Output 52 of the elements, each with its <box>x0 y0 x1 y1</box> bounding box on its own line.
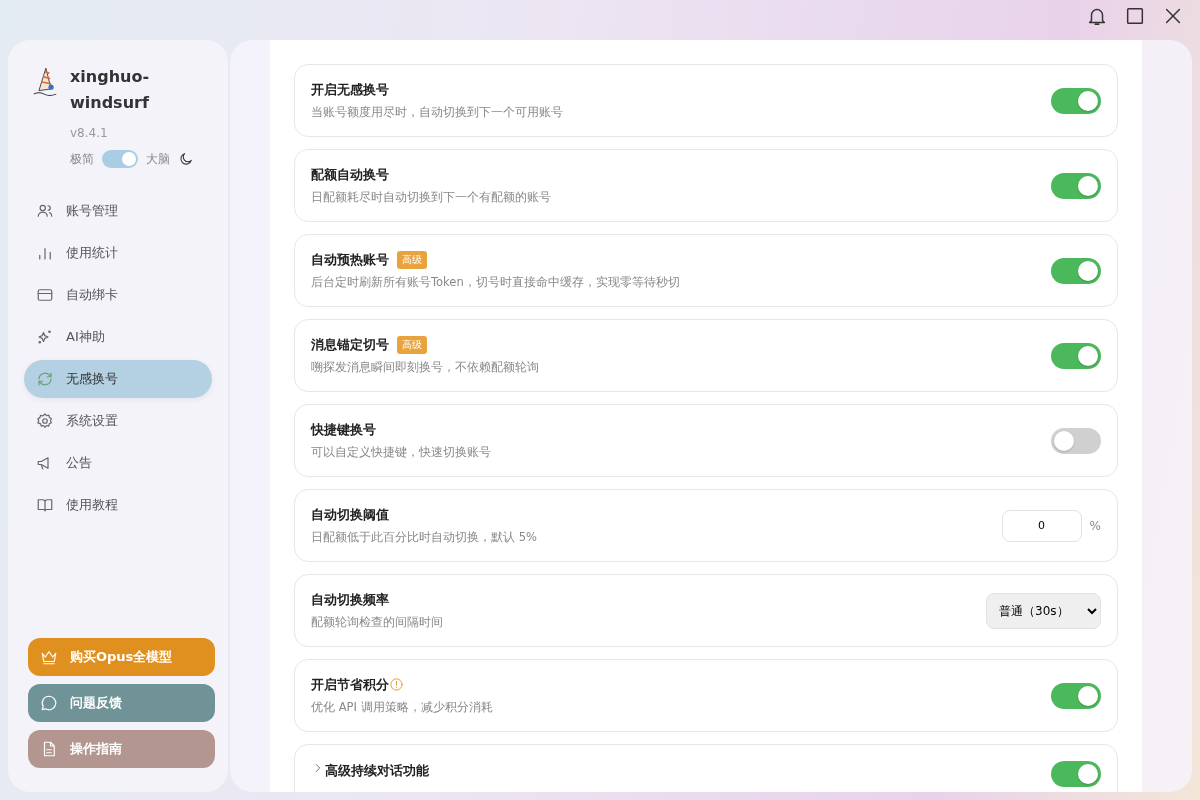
setting-title: 高级持续对话功能 <box>325 762 429 780</box>
toggle-switch[interactable] <box>1051 257 1101 284</box>
app-name: xinghuo-windsurf <box>70 66 151 114</box>
setting-description: 日配额耗尽时自动切换到下一个有配额的账号 <box>311 188 552 206</box>
chat-icon <box>40 694 58 712</box>
refresh-icon <box>36 370 54 388</box>
toggle-switch[interactable] <box>1051 427 1101 454</box>
version-text: v8.4.1 <box>70 125 109 142</box>
setting-description: 可以自定义快捷键，快速切换账号 <box>311 443 492 461</box>
toggle-switch[interactable] <box>1051 682 1101 709</box>
users-icon <box>36 202 54 220</box>
setting-title: 自动切换阈值 <box>311 506 389 525</box>
mode-label: 大脑 <box>146 151 170 168</box>
maximize-icon[interactable] <box>1124 5 1146 27</box>
setting-description: 配额轮询检查的间隔时间 <box>311 613 444 631</box>
percent-unit: % <box>1089 517 1101 535</box>
setting-title: 开启无感换号 <box>311 81 389 100</box>
setting-description: 优化 API 调用策略，减少积分消耗 <box>311 698 494 716</box>
toggle-switch[interactable] <box>1051 172 1101 199</box>
setting-title: 自动预热账号 <box>311 251 389 270</box>
advanced-tag: 高级 <box>397 335 427 354</box>
setting-description: 后台定时刷新所有账号Token，切号时直接命中缓存，实现零等待秒切 <box>311 273 681 291</box>
nav-item[interactable]: 无感换号 <box>24 360 212 398</box>
setting-description: 日配额低于此百分比时自动切换，默认 5% <box>311 528 538 546</box>
setting-title: 配额自动换号 <box>311 166 389 185</box>
nav-item[interactable]: 公告 <box>24 444 212 482</box>
mode-label: 极简 <box>70 151 94 168</box>
threshold-input[interactable]: 0 <box>1001 509 1082 542</box>
nav-item[interactable]: AI神助 <box>24 318 212 356</box>
frequency-select[interactable]: 普通（30s） <box>986 592 1101 629</box>
setting-title: 消息锚定切号 <box>311 336 389 355</box>
toggle-switch[interactable] <box>1051 761 1101 787</box>
advanced-tag: 高级 <box>397 250 427 269</box>
nav-item[interactable]: 使用教程 <box>24 486 212 524</box>
mode-switch[interactable] <box>102 150 138 168</box>
setting-description: 嗍探发消息瞬间即刻换号，不依赖配额轮询 <box>311 358 540 376</box>
card-icon <box>36 286 54 304</box>
sparkle-icon <box>36 328 54 346</box>
nav-item[interactable]: 系统设置 <box>24 402 212 440</box>
toggle-switch[interactable] <box>1051 87 1101 114</box>
toggle-switch[interactable] <box>1051 342 1101 369</box>
book-icon <box>36 496 54 514</box>
nav-item[interactable]: 账号管理 <box>24 192 212 230</box>
crown-icon <box>40 648 58 666</box>
nav-item[interactable]: 自动绑卡 <box>24 276 212 314</box>
setting-title: 自动切换频率 <box>311 591 389 610</box>
setting-title: 快捷键换号 <box>311 421 376 440</box>
setting-title: 开启节省积分 <box>311 676 389 695</box>
setting-description: 当账号额度用尽时，自动切换到下一个可用账号 <box>311 103 564 121</box>
settings-icon <box>36 412 54 430</box>
moon-icon[interactable] <box>178 151 194 167</box>
nav-item[interactable]: 使用统计 <box>24 234 212 272</box>
